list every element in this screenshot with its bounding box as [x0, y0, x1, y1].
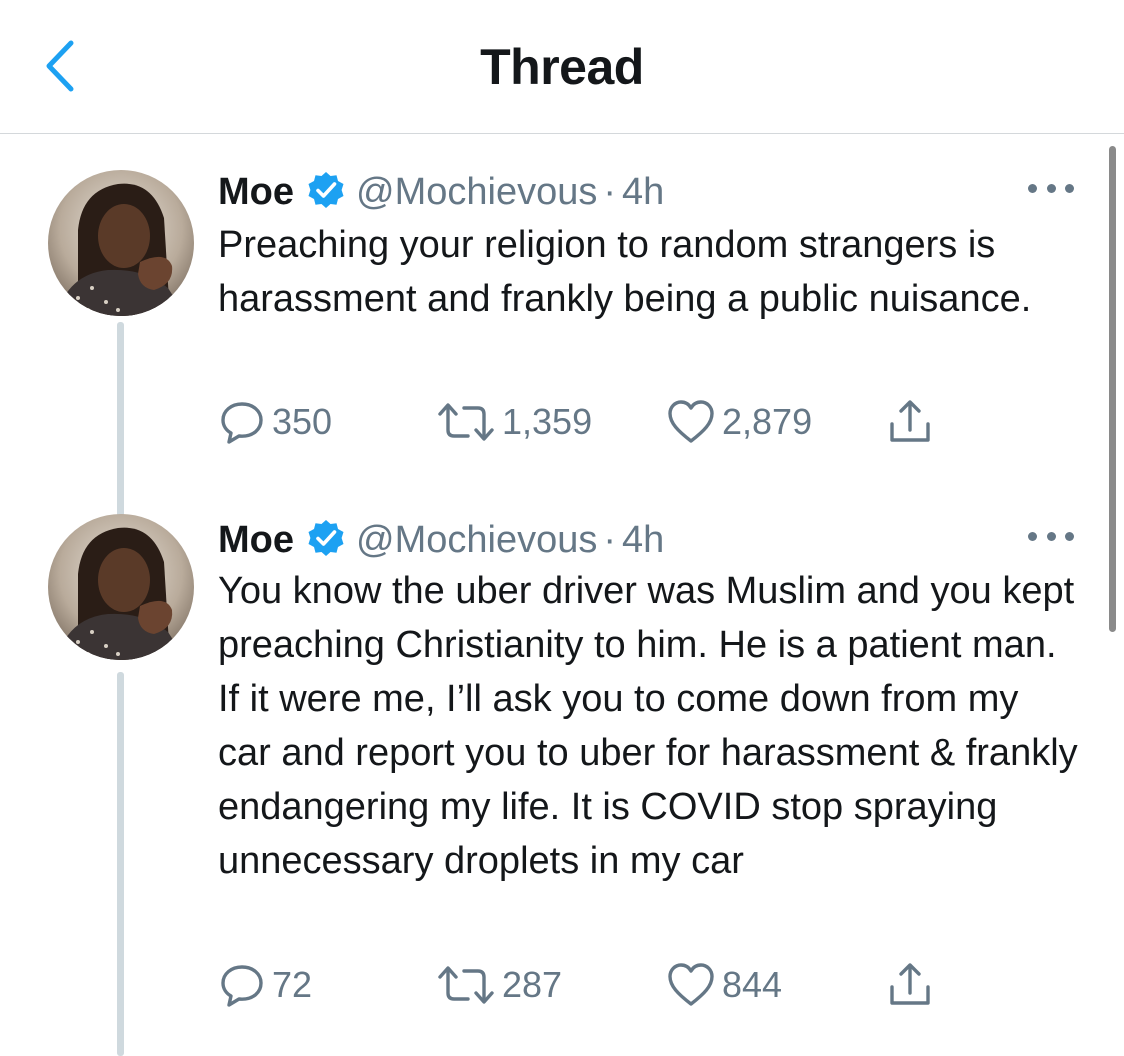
more-dot-icon [1046, 531, 1056, 541]
share-button[interactable] [886, 960, 934, 1010]
verified-badge-icon [308, 172, 344, 208]
more-options-button[interactable] [1028, 178, 1074, 198]
author-name[interactable]: Moe [218, 519, 294, 562]
separator-dot: · [603, 171, 616, 213]
avatar[interactable] [48, 170, 194, 316]
retweet-button[interactable]: 287 [436, 960, 562, 1010]
reply-button[interactable]: 350 [218, 397, 332, 447]
author-handle[interactable]: @Mochievous [356, 171, 597, 214]
heart-icon [668, 400, 714, 443]
more-dot-icon [1028, 183, 1037, 193]
top-navigation-bar: Thread [0, 0, 1124, 134]
share-icon [890, 963, 930, 1005]
reply-button[interactable]: 72 [218, 960, 312, 1010]
share-button[interactable] [886, 397, 934, 447]
reply-icon [221, 965, 263, 1007]
separator-dot: · [603, 519, 616, 561]
more-dot-icon [1046, 183, 1056, 193]
timestamp[interactable]: 4h [622, 519, 664, 562]
tweet-text: Preaching your religion to random strang… [218, 224, 1032, 320]
more-options-button[interactable] [1028, 526, 1074, 546]
tweet[interactable]: Moe @Mochievous · 4h You know the uber d… [0, 480, 1124, 1056]
more-dot-icon [1065, 531, 1074, 541]
timestamp[interactable]: 4h [622, 171, 664, 214]
tweet[interactable]: Moe @Mochievous · 4h Preaching your reli… [0, 134, 1124, 638]
author-handle[interactable]: @Mochievous [356, 519, 597, 562]
tweet-actions: 350 1,359 2,879 [218, 397, 978, 447]
like-button[interactable]: 2,879 [666, 397, 812, 447]
verified-badge-icon [308, 520, 344, 556]
thread-connector-line [117, 672, 124, 1056]
reply-count: 72 [272, 964, 313, 1005]
reply-icon [221, 402, 263, 444]
author-name[interactable]: Moe [218, 171, 294, 214]
tweet-text: You know the uber driver was Muslim and … [218, 570, 1078, 882]
like-count: 2,879 [722, 401, 813, 442]
retweet-icon [438, 966, 494, 1004]
page-title: Thread [480, 39, 644, 95]
tweet-actions: 72 287 844 [218, 960, 978, 1010]
heart-icon [668, 963, 714, 1006]
more-dot-icon [1065, 183, 1074, 193]
retweet-count: 1,359 [502, 401, 593, 442]
retweet-button[interactable]: 1,359 [436, 397, 592, 447]
like-button[interactable]: 844 [666, 960, 782, 1010]
tweet-header: Moe @Mochievous · 4h [218, 164, 664, 214]
share-icon [890, 400, 930, 442]
retweet-count: 287 [502, 964, 563, 1005]
reply-count: 350 [272, 401, 333, 442]
avatar[interactable] [48, 514, 194, 660]
like-count: 844 [722, 964, 783, 1005]
tweet-header: Moe @Mochievous · 4h [218, 512, 664, 562]
retweet-icon [438, 403, 494, 441]
more-dot-icon [1028, 531, 1037, 541]
